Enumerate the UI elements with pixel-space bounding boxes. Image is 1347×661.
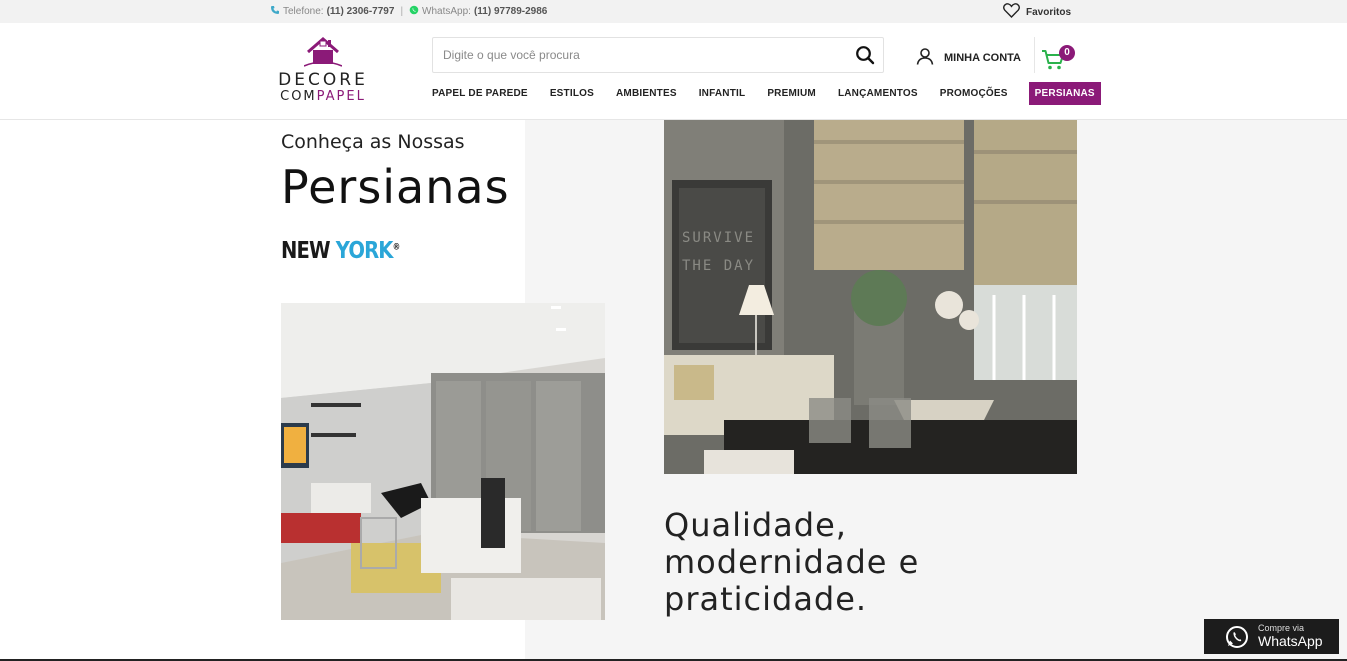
nav-item-persianas[interactable]: PERSIANAS <box>1028 81 1101 105</box>
cart-button[interactable]: 0 <box>1034 37 1075 73</box>
brand-logo: NEW YORK® <box>281 238 401 264</box>
whatsapp-buy-button[interactable]: Compre via WhatsApp <box>1204 619 1339 654</box>
nav-item-premium[interactable]: PREMIUM <box>767 88 816 99</box>
nav-item-infantil[interactable]: INFANTIL <box>699 88 746 99</box>
heart-icon <box>1003 3 1020 21</box>
nav-item-papel-de-parede[interactable]: PAPEL DE PAREDE <box>432 88 528 99</box>
main-nav: PAPEL DE PAREDE ESTILOS AMBIENTES INFANT… <box>432 81 1101 105</box>
phone-icon <box>270 5 280 18</box>
tagline: Qualidade, modernidade e praticidade. <box>664 506 920 618</box>
favorites-link[interactable]: Favoritos <box>1003 3 1071 21</box>
cart-count-badge: 0 <box>1059 45 1075 61</box>
separator: | <box>400 6 404 17</box>
search-icon[interactable] <box>855 45 875 65</box>
logo-line2-part2: PAPEL <box>316 89 366 104</box>
poster-text-1: SURVIVE <box>682 230 755 246</box>
nav-item-estilos[interactable]: ESTILOS <box>550 88 594 99</box>
brand-logo-part1: NEW <box>281 238 331 264</box>
nav-item-ambientes[interactable]: AMBIENTES <box>616 88 677 99</box>
house-logo-icon <box>303 36 343 73</box>
section-intro: Conheça as Nossas <box>281 131 465 153</box>
logo-line2-part1: COM <box>280 89 317 104</box>
blinds-room-photo: SURVIVE THE DAY <box>664 120 1077 474</box>
whatsapp-small-icon <box>409 5 419 18</box>
living-room-photo <box>281 303 605 620</box>
page-title: Persianas <box>281 160 510 214</box>
my-account-label: MINHA CONTA <box>944 51 1021 64</box>
logo-line1: DECORE <box>278 70 368 90</box>
brand-registered-mark: ® <box>392 242 401 253</box>
header: DECORE COMPAPEL MINHA CONTA 0 PAPEL DE P… <box>0 23 1347 120</box>
favorites-label: Favoritos <box>1026 6 1072 18</box>
whatsapp-icon <box>1225 625 1249 654</box>
site-logo[interactable]: DECORE COMPAPEL <box>273 36 373 106</box>
search-input[interactable] <box>433 38 843 72</box>
whatsapp-label: WhatsApp: <box>422 6 471 17</box>
search-box <box>432 37 884 73</box>
logo-line2: COMPAPEL <box>273 89 373 104</box>
phone-number[interactable]: (11) 2306-7797 <box>327 6 395 17</box>
nav-item-promocoes[interactable]: PROMOÇÕES <box>940 88 1008 99</box>
top-bar: Telefone: (11) 2306-7797 | WhatsApp: (11… <box>0 0 1347 23</box>
phone-label: Telefone: <box>283 6 324 17</box>
nav-item-lancamentos[interactable]: LANÇAMENTOS <box>838 88 918 99</box>
my-account-link[interactable]: MINHA CONTA <box>916 47 1021 68</box>
brand-logo-part2: YORK <box>335 238 394 264</box>
whatsapp-number[interactable]: (11) 97789-2986 <box>474 6 547 17</box>
contact-info: Telefone: (11) 2306-7797 | WhatsApp: (11… <box>270 5 547 18</box>
whatsapp-buy-small-label: Compre via <box>1258 623 1305 633</box>
poster-text-2: THE DAY <box>682 258 755 274</box>
whatsapp-buy-label: WhatsApp <box>1258 633 1323 649</box>
user-icon <box>916 47 934 68</box>
